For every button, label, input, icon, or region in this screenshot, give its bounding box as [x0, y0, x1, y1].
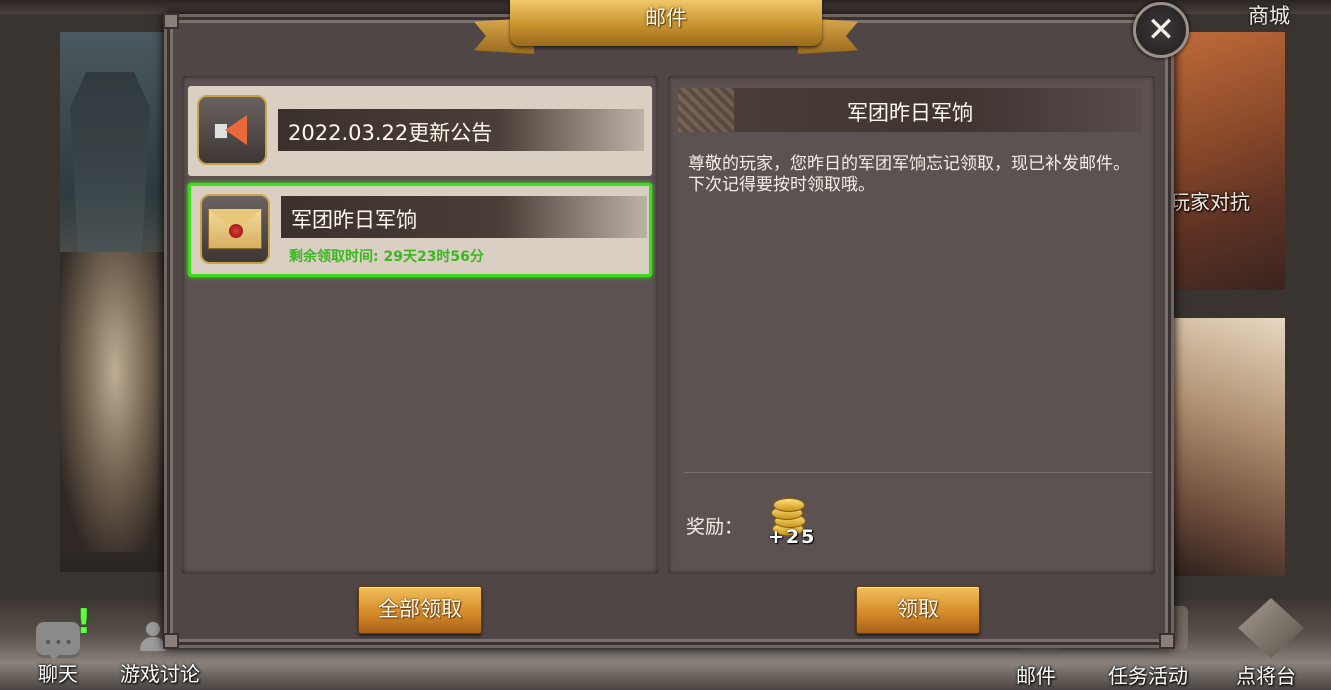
dialog-title: 邮件	[645, 6, 687, 30]
mail-detail-panel	[668, 76, 1155, 574]
battle-banner-image[interactable]	[1172, 318, 1285, 576]
close-button[interactable]: ✕	[1133, 2, 1189, 58]
frame-corner	[1159, 633, 1175, 649]
mail-title: 2022.03.22更新公告	[288, 121, 493, 145]
reward-label: 奖励：	[686, 516, 744, 538]
claim-all-button[interactable]: 全部领取	[358, 586, 482, 634]
frame-corner	[163, 633, 179, 649]
bottom-general-label[interactable]: 点将台	[1236, 660, 1296, 689]
coin	[773, 498, 805, 512]
mail-item-legion-pay[interactable]: 军团昨日军饷 剩余领取时间: 29天23时56分	[188, 183, 652, 277]
pvp-banner-image[interactable]	[1172, 32, 1285, 290]
speaker-shape	[214, 115, 250, 145]
mail-title-bar: 2022.03.22更新公告	[278, 109, 644, 151]
wax-seal	[229, 224, 243, 238]
close-icon: ✕	[1146, 10, 1176, 50]
bottom-chat-label[interactable]: 聊天	[38, 658, 78, 687]
detail-body: 尊敬的玩家，您昨日的军团军饷忘记领取，现已补发邮件。下次记得要按时领取哦。	[688, 154, 1130, 195]
mail-title: 军团昨日军饷	[291, 208, 417, 232]
tower-image	[70, 72, 150, 252]
envelope-icon	[200, 194, 270, 264]
title-ribbon: 邮件	[474, 0, 858, 58]
bottom-forum-label[interactable]: 游戏讨论	[120, 658, 200, 687]
bottom-task-label[interactable]: 任务活动	[1108, 660, 1188, 689]
envelope-shape	[208, 209, 262, 249]
detail-title: 军团昨日军饷	[847, 101, 973, 125]
claim-button[interactable]: 领取	[856, 586, 980, 634]
bottom-mail-label[interactable]: 邮件	[1016, 660, 1056, 689]
warrior-image	[60, 252, 170, 552]
mail-title-bar: 军团昨日军饷	[281, 196, 647, 238]
chat-icon[interactable]: •••	[36, 622, 80, 660]
mail-remaining-time: 剩余领取时间: 29天23时56分	[289, 249, 484, 265]
pvp-label: 玩家对抗	[1170, 190, 1250, 214]
divider	[684, 472, 1152, 473]
detail-header: 军团昨日军饷	[678, 88, 1142, 132]
reward-count: +25	[768, 526, 817, 548]
shop-label[interactable]: 商城	[1248, 0, 1290, 30]
mail-item-announcement[interactable]: 2022.03.22更新公告	[188, 86, 652, 176]
frame-corner	[163, 13, 179, 29]
left-scene-image	[60, 32, 170, 572]
speaker-icon	[197, 95, 267, 165]
alert-icon: !	[76, 602, 92, 642]
